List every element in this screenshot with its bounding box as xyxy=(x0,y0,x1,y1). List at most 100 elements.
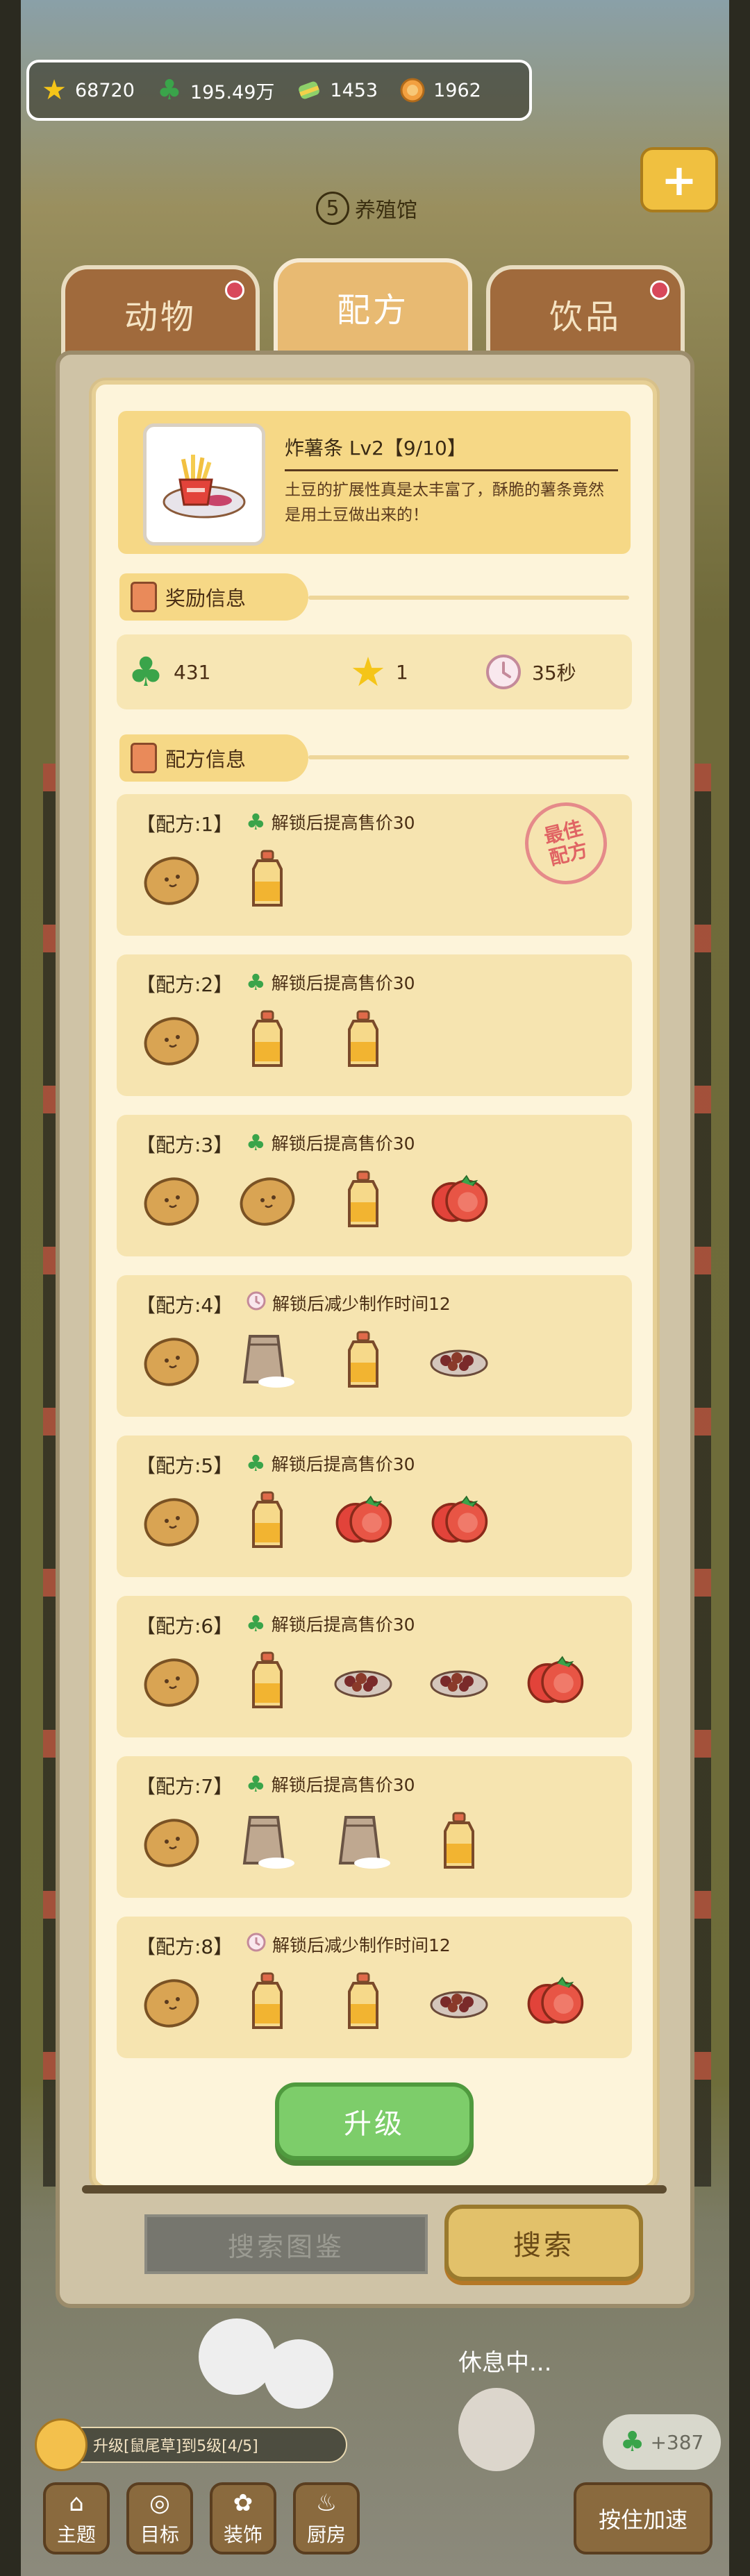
oil-icon xyxy=(333,1972,393,2032)
oil-icon xyxy=(333,1331,393,1390)
recipe-title: 【配方:7】 xyxy=(136,1775,233,1798)
currency-bar: ★ 68720 ♣ 195.49万 1453 1962 xyxy=(26,60,532,121)
recipe-bonus-text: 解锁后减少制作时间12 xyxy=(272,1294,451,1314)
tab-animals[interactable]: 动物 xyxy=(61,265,260,362)
nav-theme-button[interactable]: ⌂ 主题 xyxy=(43,2482,110,2554)
tomato-icon xyxy=(429,1491,489,1551)
clock-icon xyxy=(246,1932,267,1957)
clover-bonus-bubble[interactable]: ♣ +387 xyxy=(603,2414,721,2470)
recipe-title: 【配方:5】 xyxy=(136,1454,233,1477)
reward-info: ♣ 431 ★ 1 35秒 xyxy=(117,634,632,709)
potato-icon xyxy=(142,1491,201,1551)
recipe-card[interactable]: 【配方:3】 ♣ 解锁后提高售价30 xyxy=(117,1115,632,1256)
dish-thumbnail xyxy=(143,423,265,546)
clover-bonus-value: +387 xyxy=(650,2430,704,2454)
search-input[interactable]: 搜索图鉴 xyxy=(144,2214,428,2274)
cat-character xyxy=(199,2318,275,2395)
recipe-title: 【配方:6】 xyxy=(136,1615,233,1638)
section-title: 奖励信息 xyxy=(165,587,247,610)
recipe-card[interactable]: 【配方:5】 ♣ 解锁后提高售价30 xyxy=(117,1436,632,1577)
best-recipe-stamp: 最佳 配方 xyxy=(516,793,616,893)
potato-icon xyxy=(142,850,201,909)
reward-time: 35秒 xyxy=(485,653,576,691)
clock-icon xyxy=(486,655,521,689)
recipe-bonus: ♣ 解锁后提高售价30 xyxy=(246,1771,415,1796)
currency-value: 1962 xyxy=(433,79,481,101)
recipe-title: 【配方:8】 xyxy=(136,1935,233,1958)
recipe-bonus: ♣ 解锁后提高售价30 xyxy=(246,809,415,834)
left-edge xyxy=(0,0,21,2576)
flour-icon xyxy=(238,1331,297,1390)
section-title: 配方信息 xyxy=(165,748,247,771)
panel-shadow xyxy=(82,2185,667,2194)
recipe-title: 【配方:1】 xyxy=(136,813,233,836)
currency-coin[interactable]: 1962 xyxy=(397,75,481,106)
ingredient-list xyxy=(142,1170,489,1230)
tab-label: 饮品 xyxy=(549,298,622,337)
tab-drinks[interactable]: 饮品 xyxy=(486,265,685,362)
currency-clover[interactable]: ♣ 195.49万 xyxy=(154,75,274,106)
location-number: 5 xyxy=(316,192,349,225)
currency-star[interactable]: ★ 68720 xyxy=(39,75,135,106)
star-icon: ★ xyxy=(350,648,386,696)
recipe-bonus-text: 解锁后提高售价30 xyxy=(271,973,415,993)
nav-label: 装饰 xyxy=(223,2523,262,2546)
coin-icon xyxy=(397,75,428,106)
notification-dot xyxy=(650,280,669,300)
tab-label: 动物 xyxy=(124,298,197,337)
recipe-card[interactable]: 【配方:4】 解锁后减少制作时间12 xyxy=(117,1275,632,1417)
search-placeholder: 搜索图鉴 xyxy=(227,2231,344,2262)
recipe-bonus-text: 解锁后提高售价30 xyxy=(271,1775,415,1795)
upgrade-button[interactable]: 升级 xyxy=(275,2082,474,2160)
recipe-bonus-text: 解锁后提高售价30 xyxy=(271,1454,415,1474)
notification-dot xyxy=(225,280,244,300)
nav-target-button[interactable]: ◎ 目标 xyxy=(126,2482,193,2554)
reward-value: 1 xyxy=(396,660,408,684)
hold-to-speed-button[interactable]: 按住加速 xyxy=(574,2482,712,2554)
clover-icon: ♣ xyxy=(246,1449,266,1476)
tab-recipes[interactable]: 配方 xyxy=(274,258,472,355)
speed-label: 按住加速 xyxy=(598,2507,688,2533)
task-bar[interactable]: 升级[鼠尾草]到5级[4/5] xyxy=(42,2427,347,2463)
search-label: 搜索 xyxy=(513,2230,574,2262)
dish-description: 土豆的扩展性真是太丰富了，酥脆的薯条竟然是用土豆做出来的！ xyxy=(285,481,604,524)
recipe-title: 【配方:4】 xyxy=(136,1294,233,1317)
right-edge xyxy=(729,0,750,2576)
nav-label: 厨房 xyxy=(306,2523,346,2546)
oil-icon xyxy=(238,1651,297,1711)
section-divider xyxy=(308,755,629,759)
recipe-bonus-text: 解锁后减少制作时间12 xyxy=(272,1935,451,1955)
potato-icon xyxy=(238,1170,297,1230)
reward-star: ★ 1 xyxy=(350,652,408,692)
add-button[interactable]: + xyxy=(640,147,718,212)
recipe-bonus-text: 解锁后提高售价30 xyxy=(271,813,415,833)
currency-candy[interactable]: 1453 xyxy=(294,75,378,106)
fries-icon xyxy=(162,455,246,519)
flour-icon xyxy=(238,1812,297,1871)
recipe-bonus-text: 解锁后提高售价30 xyxy=(271,1615,415,1635)
dish-header: 炸薯条 Lv2【9/10】 土豆的扩展性真是太丰富了，酥脆的薯条竟然是用土豆做出… xyxy=(118,411,631,554)
meat-icon xyxy=(429,1651,489,1711)
recipe-card[interactable]: 【配方:1】 ♣ 解锁后提高售价30 最佳 配方 xyxy=(117,793,632,936)
search-button[interactable]: 搜索 xyxy=(444,2205,643,2281)
recipe-book-icon xyxy=(131,582,157,612)
clover-icon: ♣ xyxy=(619,2426,645,2458)
nav-kitchen-button[interactable]: ♨ 厨房 xyxy=(293,2482,360,2554)
recipe-card[interactable]: 【配方:7】 ♣ 解锁后提高售价30 xyxy=(117,1756,632,1898)
oil-icon xyxy=(238,1010,297,1070)
recipe-book-icon xyxy=(131,743,157,773)
title-divider xyxy=(285,469,618,471)
oil-icon xyxy=(238,1972,297,2032)
meat-icon xyxy=(333,1651,393,1711)
recipe-bonus: 解锁后减少制作时间12 xyxy=(246,1932,451,1957)
clover-icon: ♣ xyxy=(246,1610,266,1637)
oil-icon xyxy=(333,1170,393,1230)
nav-decor-button[interactable]: ✿ 装饰 xyxy=(210,2482,276,2554)
resting-status: 休息中... xyxy=(458,2349,552,2377)
task-coin-icon xyxy=(35,2418,88,2471)
recipe-section-header: 配方信息 xyxy=(119,734,308,782)
recipe-card[interactable]: 【配方:2】 ♣ 解锁后提高售价30 xyxy=(117,954,632,1096)
recipe-card[interactable]: 【配方:8】 解锁后减少制作时间12 xyxy=(117,1917,632,2058)
ingredient-list xyxy=(142,1972,585,2032)
recipe-card[interactable]: 【配方:6】 ♣ 解锁后提高售价30 xyxy=(117,1596,632,1737)
